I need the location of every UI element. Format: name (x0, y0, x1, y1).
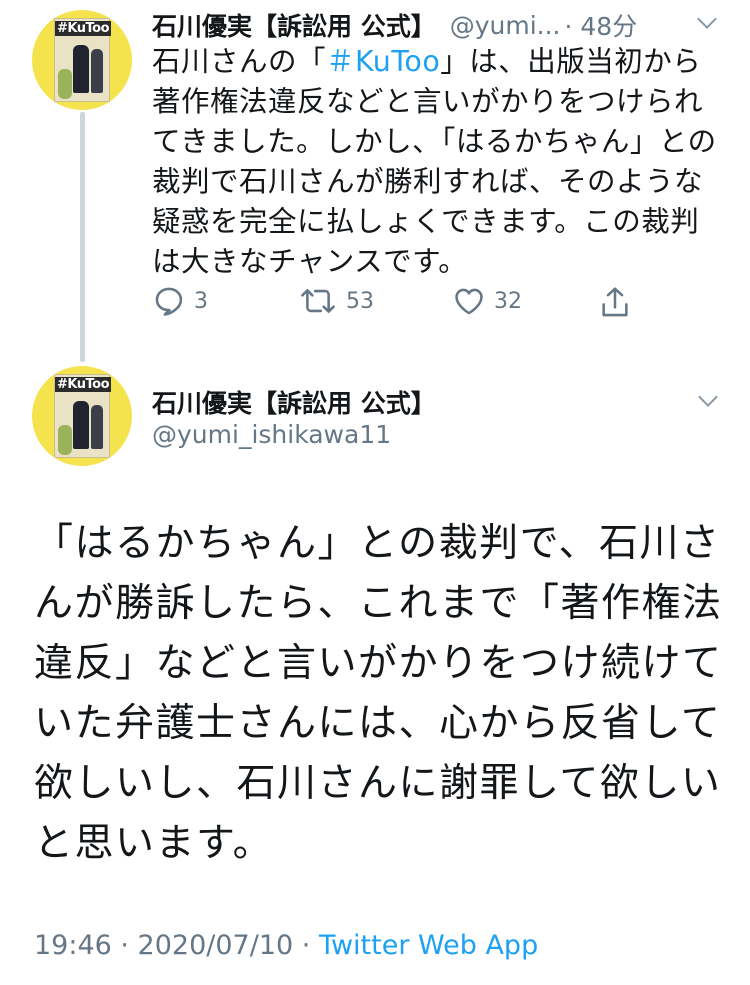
tweet-header: 石川優実【訴訟用 公式】 @yumi... · 48分 (152, 8, 722, 42)
retweet-button[interactable]: 53 (298, 284, 374, 318)
avatar[interactable]: #KuToo (32, 366, 132, 466)
tweet-text-after: 」は、出版当初から著作権法違反などと言いがかりをつけられてきました。しかし、「は… (152, 45, 717, 278)
cover-person-2 (91, 405, 103, 449)
cover-title: #KuToo (55, 21, 111, 36)
tweet-time[interactable]: · 48分 (565, 7, 638, 43)
cover-person-2 (91, 49, 103, 93)
thread-connector-line (80, 112, 85, 362)
hashtag-link[interactable]: ＃KuToo (326, 45, 440, 78)
cover-title: #KuToo (55, 377, 111, 392)
share-button[interactable] (598, 284, 632, 322)
like-count: 32 (494, 288, 522, 314)
retweet-icon (298, 284, 338, 318)
book-cover-image: #KuToo (54, 374, 111, 458)
like-button[interactable]: 32 (452, 284, 522, 318)
tweet-source-link[interactable]: Twitter Web App (319, 930, 538, 961)
retweet-count: 53 (346, 288, 374, 314)
cover-person (73, 45, 89, 93)
display-name[interactable]: 石川優実【訴訟用 公式】 (152, 384, 436, 420)
tweet-text-before: 石川さんの「 (152, 45, 327, 78)
reply-icon (152, 284, 186, 318)
cover-person (73, 401, 89, 449)
like-icon (452, 284, 486, 318)
user-handle[interactable]: @yumi... (450, 11, 561, 40)
reply-count: 3 (194, 288, 208, 314)
user-handle[interactable]: @yumi_ishikawa11 (152, 420, 391, 449)
cover-plant (58, 425, 72, 455)
tweet-actions: 3 53 32 (152, 284, 642, 324)
display-name[interactable]: 石川優実【訴訟用 公式】 (152, 7, 436, 43)
tweet-text: 石川さんの「＃KuToo」は、出版当初から著作権法違反などと言いがかりをつけられ… (152, 42, 720, 282)
cover-plant (58, 69, 72, 99)
chevron-down-icon[interactable] (698, 387, 718, 407)
tweet-text: 「はるかちゃん」との裁判で、石川さんが勝訴したら、これまで「著作権法違反」などと… (34, 521, 723, 866)
share-icon (598, 284, 632, 322)
book-cover-image: #KuToo (54, 18, 111, 102)
tweet-timestamp[interactable]: 19:46 · 2020/07/10 · (34, 930, 319, 961)
tweet-metadata: 19:46 · 2020/07/10 · Twitter Web App (34, 930, 538, 961)
reply-button[interactable]: 3 (152, 284, 208, 318)
avatar[interactable]: #KuToo (32, 10, 132, 110)
